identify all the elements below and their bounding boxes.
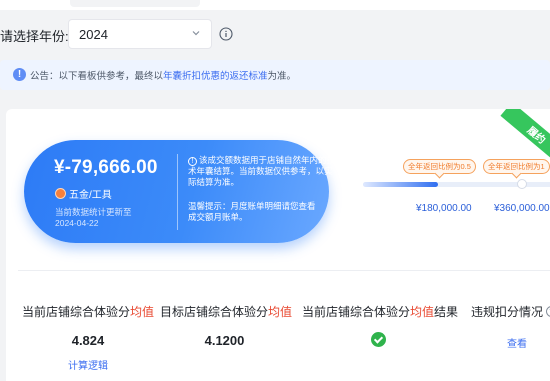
metric-target-score: 目标店铺综合体验分均值 4.1200	[160, 303, 293, 348]
year-select-value: 2024	[79, 27, 108, 42]
panel-tip: 温馨提示：月度账单明细请您查看成交额月账单。	[188, 201, 316, 222]
metric-current-score: 当前店铺综合体验分均值 4.824 计算逻辑	[19, 303, 157, 372]
info-icon[interactable]	[219, 27, 233, 41]
progress-marker-1: ¥180,000.00	[416, 203, 472, 214]
notice-link[interactable]: 年囊折扣优惠的返还标准	[163, 71, 268, 82]
summary-panel: ¥-79,666.00 五金/工具 当前数据统计更新至 2024-04-22 !…	[24, 140, 335, 243]
update-info: 当前数据统计更新至 2024-04-22	[55, 207, 132, 229]
metric-label-text: 违规扣分情况	[471, 305, 544, 319]
dashboard-card: 履约 ¥-79,666.00 五金/工具 当前数据统计更新至 2024-04-2…	[6, 109, 550, 381]
calc-logic-link[interactable]: 计算逻辑	[19, 357, 157, 372]
update-date: 2024-04-22	[55, 218, 99, 228]
panel-note: ! 该成交额数据用于店铺自然年内的技术年囊结算。当前数据仅供参考，以实际结算为准。	[188, 155, 338, 188]
metric-label-highlight: 均值	[268, 305, 293, 319]
notice-banner: ! 公告：以下看板供参考，最终以年囊折扣优惠的返还标准为准。	[0, 60, 550, 90]
year-filter-label: 请选择年份:	[0, 29, 69, 44]
progress-tag-1: 全年返回比例为0.5	[403, 159, 476, 174]
panel-note-text: 该成交额数据用于店铺自然年内的技术年囊结算。当前数据仅供参考，以实际结算为准。	[188, 155, 336, 187]
check-circle-icon	[370, 332, 386, 347]
metric-label-suffix: 结果	[434, 305, 459, 319]
top-strip	[0, 0, 550, 10]
metric-label: 目标店铺综合体验分均值	[160, 303, 293, 320]
panel-divider	[177, 154, 178, 230]
chevron-down-icon	[192, 31, 200, 36]
summary-amount: ¥-79,666.00	[54, 157, 158, 178]
notice-suffix: 为准。	[267, 71, 297, 82]
note-info-icon: !	[188, 157, 197, 166]
info-icon[interactable]: ?	[546, 306, 550, 317]
metric-label-highlight: 均值	[410, 305, 435, 319]
notice-text: 公告：以下看板供参考，最终以年囊折扣优惠的返还标准为准。	[30, 68, 296, 82]
year-select[interactable]: 2024	[68, 19, 212, 49]
category-tag: 五金/工具	[55, 186, 112, 201]
metric-value: 4.824	[71, 333, 105, 348]
progress-tag-2: 全年返回比例为1	[483, 159, 550, 174]
progress-end-knob	[517, 179, 527, 189]
ribbon-label: 履约	[524, 125, 548, 147]
metric-label-prefix: 目标店铺综合体验分	[160, 305, 269, 319]
top-search-field[interactable]	[70, 0, 200, 7]
category-icon	[55, 188, 66, 199]
progress-marker-2: ¥360,000.00	[494, 203, 550, 214]
update-label: 当前数据统计更新至	[55, 207, 132, 217]
metric-score-result: 当前店铺综合体验分均值结果	[302, 303, 458, 347]
notice-info-icon: !	[13, 68, 26, 81]
progress-fill	[363, 182, 439, 187]
view-violations-link[interactable]: 查看	[507, 335, 550, 350]
card-divider	[18, 270, 550, 271]
year-filter-row: 请选择年份: 2024	[0, 19, 550, 49]
metric-violations: 违规扣分情况? 查看	[471, 303, 550, 350]
metric-label: 当前店铺综合体验分均值	[19, 303, 157, 320]
notice-prefix: 公告：以下看板供参考，最终以	[30, 71, 164, 82]
metric-label: 当前店铺综合体验分均值结果	[302, 303, 458, 320]
metric-label-highlight: 均值	[130, 305, 155, 319]
metric-label-prefix: 当前店铺综合体验分	[302, 305, 411, 319]
metric-value: 4.1200	[204, 333, 245, 348]
metric-label-prefix: 当前店铺综合体验分	[21, 305, 130, 319]
metric-label: 违规扣分情况?	[471, 303, 550, 320]
category-label: 五金/工具	[69, 190, 112, 201]
